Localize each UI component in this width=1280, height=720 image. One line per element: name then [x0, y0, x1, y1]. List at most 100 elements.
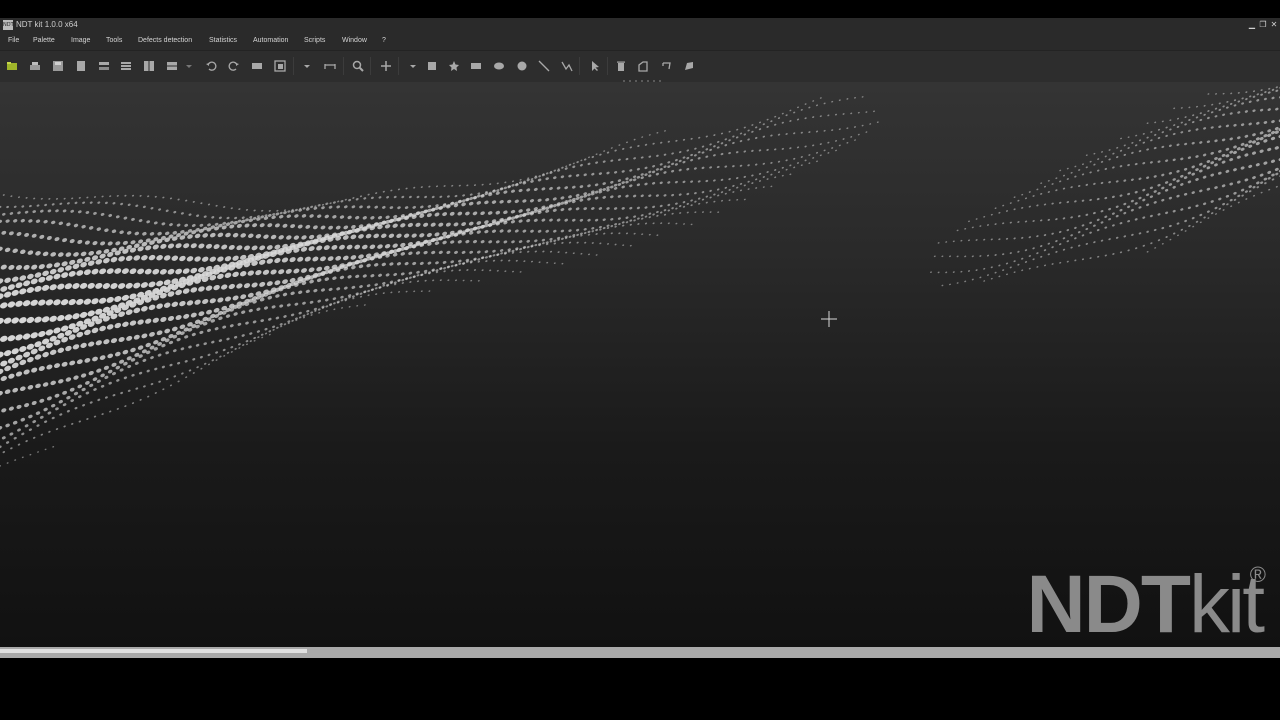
pattern-dot: [512, 270, 514, 273]
image-icon[interactable]: [249, 58, 265, 74]
pattern-dot: [404, 261, 409, 266]
pattern-dot: [281, 257, 289, 263]
page-icon[interactable]: [73, 58, 89, 74]
pattern-dot: [127, 203, 131, 206]
menu-statistics[interactable]: Statistics: [209, 32, 237, 50]
layout-h-icon[interactable]: [96, 58, 112, 74]
close-icon[interactable]: ✕: [1269, 18, 1279, 32]
crosshair-icon[interactable]: [378, 58, 394, 74]
pattern-dot: [139, 195, 142, 197]
fill-shape-icon[interactable]: [681, 58, 697, 74]
pattern-dot: [956, 229, 959, 232]
pattern-dot: [1207, 93, 1210, 95]
pattern-dot: [1248, 140, 1253, 144]
pattern-dot: [1021, 193, 1024, 196]
pattern-dot: [118, 337, 125, 342]
pattern-dot: [1222, 105, 1225, 108]
pattern-dot: [1233, 191, 1237, 195]
pattern-dot: [568, 174, 572, 178]
print-icon[interactable]: [27, 58, 43, 74]
menu-defects-detection[interactable]: Defects detection: [138, 32, 192, 50]
pattern-dot: [743, 150, 747, 153]
pattern-dot: [199, 223, 204, 227]
pattern-dot: [481, 183, 484, 186]
menu-palette[interactable]: Palette: [33, 32, 55, 50]
menu-image[interactable]: Image: [71, 32, 90, 50]
dropdown-icon[interactable]: [405, 58, 421, 74]
pattern-dot: [1153, 190, 1157, 193]
pattern-dot: [606, 243, 610, 245]
undo-icon[interactable]: [203, 58, 219, 74]
title-bar[interactable]: NDT NDT kit 1.0.0 x64 ▁ ❐ ✕: [0, 18, 1280, 32]
restore-icon[interactable]: ❐: [1258, 18, 1268, 32]
pattern-dot: [7, 335, 16, 342]
redo-icon[interactable]: [226, 58, 242, 74]
pattern-dot: [432, 279, 435, 282]
rectangle-select-icon[interactable]: [424, 58, 440, 74]
menu-window[interactable]: Window: [342, 32, 367, 50]
pattern-dot: [462, 194, 465, 197]
pattern-dot: [42, 351, 49, 358]
image-canvas[interactable]: NDTkit ®: [0, 82, 1280, 647]
pattern-dot: [457, 240, 462, 244]
menu-tools[interactable]: Tools: [106, 32, 122, 50]
pattern-dot: [188, 345, 192, 349]
pattern-dot: [324, 214, 329, 219]
zoom-icon[interactable]: [350, 58, 366, 74]
export-icon[interactable]: [272, 58, 288, 74]
pattern-dot: [648, 174, 652, 178]
pattern-dot: [1131, 233, 1134, 236]
pattern-dot: [1130, 199, 1134, 203]
pattern-dot: [1104, 196, 1108, 200]
menu-help[interactable]: ?: [382, 32, 386, 50]
pattern-dot: [274, 280, 281, 286]
menu-file[interactable]: File: [8, 32, 19, 50]
pattern-dot: [1240, 147, 1245, 151]
open-folder-icon[interactable]: [4, 58, 20, 74]
layout-grid-icon[interactable]: [141, 58, 157, 74]
delete-icon[interactable]: [613, 58, 629, 74]
pattern-dot: [489, 269, 492, 272]
mirror-shape-icon[interactable]: [658, 58, 674, 74]
pattern-dot: [72, 283, 80, 289]
pattern-dot: [1123, 235, 1127, 238]
dropdown-icon[interactable]: [184, 58, 194, 74]
pointer-icon[interactable]: [587, 58, 603, 74]
ellipse-icon[interactable]: [491, 58, 507, 74]
pattern-dot: [770, 120, 773, 123]
save-icon[interactable]: [50, 58, 66, 74]
dropdown-icon[interactable]: [299, 58, 315, 74]
pattern-dot: [1161, 226, 1165, 230]
copy-shape-icon[interactable]: [635, 58, 651, 74]
pattern-dot: [664, 130, 666, 132]
minimize-icon[interactable]: ▁: [1247, 18, 1257, 32]
pattern-dot: [945, 241, 948, 243]
star-select-icon[interactable]: [446, 58, 462, 74]
pattern-dot: [575, 207, 580, 211]
pattern-dot: [781, 121, 784, 124]
pattern-dot: [800, 164, 803, 167]
pattern-dot: [1127, 163, 1130, 167]
circle-icon[interactable]: [514, 58, 530, 74]
pattern-dot: [439, 279, 442, 282]
pattern-dot: [51, 403, 56, 408]
pattern-dot: [169, 384, 173, 387]
pattern-dot: [454, 250, 458, 254]
rectangle-icon[interactable]: [468, 58, 484, 74]
pattern-dot: [491, 229, 497, 233]
pattern-dot: [116, 407, 119, 410]
pattern-dot: [526, 208, 531, 212]
pattern-dot: [183, 313, 190, 319]
layout-v-icon[interactable]: [118, 58, 134, 74]
pattern-dot: [1271, 173, 1275, 177]
pattern-dot: [449, 211, 455, 216]
pattern-dot: [30, 299, 38, 306]
menu-scripts[interactable]: Scripts: [304, 32, 325, 50]
polyline-icon[interactable]: [559, 58, 575, 74]
measure-icon[interactable]: [322, 58, 338, 74]
menu-automation[interactable]: Automation: [253, 32, 288, 50]
pattern-dot: [1051, 202, 1054, 205]
line-icon[interactable]: [536, 58, 552, 74]
layout-split-icon[interactable]: [164, 58, 180, 74]
pattern-dot: [203, 342, 207, 346]
